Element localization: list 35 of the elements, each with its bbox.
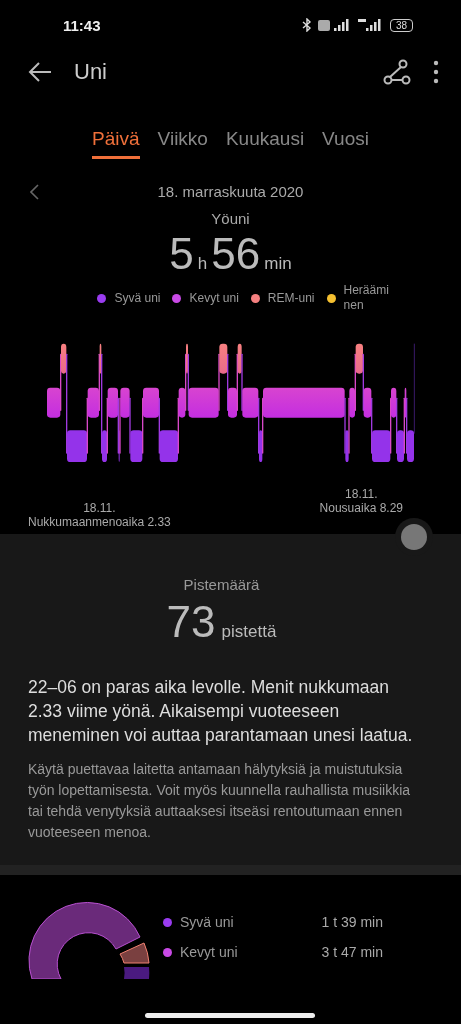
signal-icon <box>317 18 352 32</box>
stage-label: Syvä uni <box>180 914 235 930</box>
hours-value: 5 <box>169 229 194 279</box>
back-button[interactable] <box>28 62 52 82</box>
legend-label: Kevyt uni <box>189 291 239 305</box>
period-tab[interactable]: Kuukausi <box>225 128 305 159</box>
more-menu-button[interactable] <box>433 60 439 84</box>
previous-day-button[interactable] <box>30 183 39 200</box>
legend-label: Herääminen <box>343 283 390 313</box>
score-value: 73 <box>166 597 216 647</box>
stage-duration: 1 t 39 min <box>321 914 383 930</box>
share-button[interactable] <box>383 59 411 85</box>
bluetooth-icon <box>301 18 312 32</box>
hours-unit: h <box>197 254 208 274</box>
legend-label: REM-uni <box>267 291 315 305</box>
minutes-unit: min <box>264 254 292 274</box>
minutes-value: 56 <box>211 229 261 279</box>
date-label: 18. marraskuuta 2020 <box>157 183 304 200</box>
battery-icon: 38 <box>389 18 413 32</box>
stage-duration: 3 t 47 min <box>321 944 383 960</box>
legend-label: Syvä uni <box>114 291 161 305</box>
signal-icon <box>357 18 384 32</box>
wake-time-label: 18.11. Nousuaika 8.29 <box>319 487 403 517</box>
score-label: Pistemäärä <box>182 576 261 593</box>
stage-label: Kevyt uni <box>180 944 239 960</box>
score-unit: pistettä <box>221 622 277 642</box>
period-tab[interactable]: Vuosi <box>322 128 369 159</box>
tip-text: Käytä puettavaa laitetta antamaan hälytyksiä ja muistutuksia työn lopettamisesta. Voit myös kuunnella rauhallista musiikkia tai tehdä venytyksiä auttaaksesi itseäsi rentoutumaan ennen vuoteeseen menoa. <box>28 760 412 842</box>
sleep-type-label: Yöuni <box>210 210 251 227</box>
page-title: Uni <box>74 59 108 85</box>
advice-text: 22–06 on paras aika levolle. Menit nukkumaan 2.33 viime yönä. Aikaisempi vuoteeseen meneminen voi auttaa parantamaan unesi laatua. <box>28 676 414 747</box>
bedtime-label: 18.11. Nukkumaanmenoaika 2.33 <box>28 501 171 531</box>
period-tab[interactable]: Päivä <box>92 128 140 159</box>
period-tab[interactable]: Viikko <box>157 128 208 159</box>
status-time: 11:43 <box>63 16 101 34</box>
